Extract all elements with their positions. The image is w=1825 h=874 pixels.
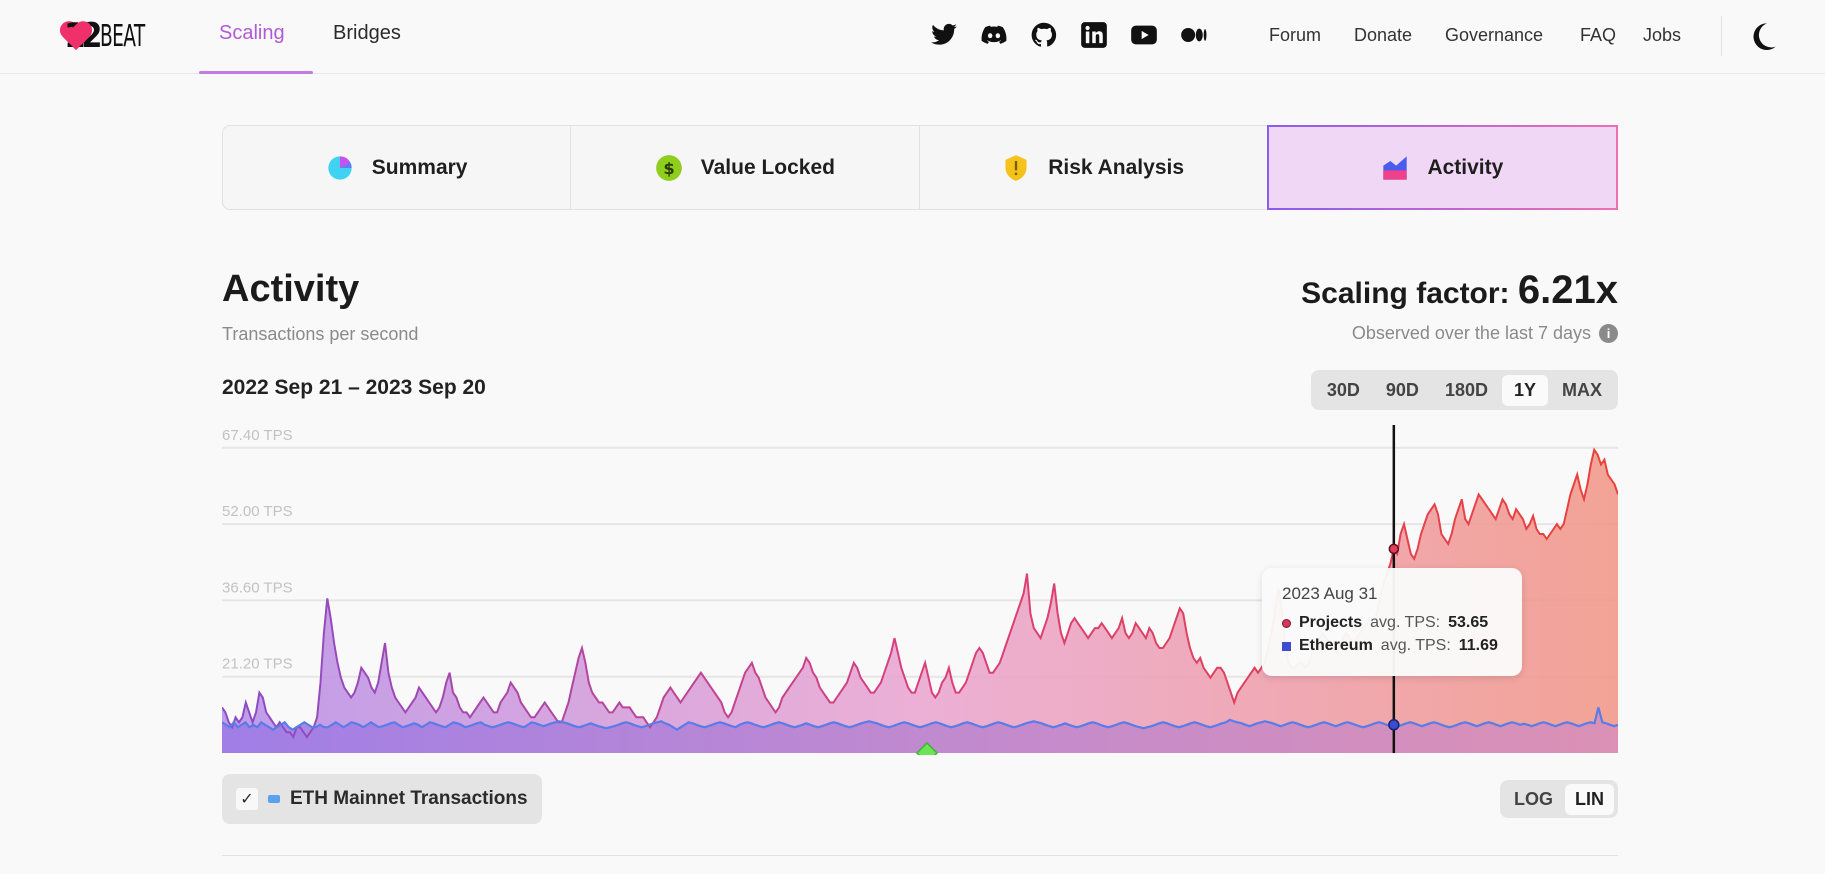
- dollar-coin-icon: $: [655, 154, 682, 181]
- ethereum-hover-point: [1388, 719, 1400, 731]
- twitter-icon[interactable]: [929, 20, 959, 50]
- discord-icon[interactable]: [979, 20, 1009, 50]
- tooltip-date: 2023 Aug 31: [1282, 584, 1378, 603]
- nav-link-scaling[interactable]: Scaling: [219, 22, 285, 45]
- active-nav-underline: [199, 71, 313, 74]
- tab-risk-analysis[interactable]: Risk Analysis: [920, 126, 1268, 209]
- y-tick-label: 36.60 TPS: [222, 579, 293, 596]
- nav-link-jobs[interactable]: Jobs: [1643, 25, 1681, 46]
- eth-series-swatch: [268, 795, 280, 803]
- scale-selector: LOG LIN: [1500, 780, 1618, 818]
- lin-scale-button[interactable]: LIN: [1565, 783, 1614, 815]
- projects-marker-icon: [1282, 618, 1291, 628]
- youtube-icon[interactable]: [1129, 20, 1159, 50]
- log-scale-button[interactable]: LOG: [1504, 784, 1563, 815]
- range-1y-button[interactable]: 1Y: [1501, 374, 1548, 406]
- nav-link-bridges[interactable]: Bridges: [333, 22, 401, 45]
- tab-summary[interactable]: Summary: [223, 126, 572, 209]
- checkbox[interactable]: ✓: [236, 788, 258, 810]
- eth-mainnet-toggle[interactable]: ✓ ETH Mainnet Transactions: [222, 774, 542, 824]
- tooltip-row-projects: Projects avg. TPS: 53.65: [1282, 614, 1502, 632]
- pie-chart-icon: [328, 155, 352, 180]
- y-tick-label: 21.20 TPS: [222, 656, 293, 673]
- shield-warning-icon: [1005, 154, 1027, 181]
- observed-note: Observed over the last 7 days i: [1352, 323, 1618, 344]
- section-title: Activity: [222, 268, 360, 310]
- date-range: 2022 Sep 21 – 2023 Sep 20: [222, 376, 486, 399]
- top-nav: 12 BEAT Scaling Bridges Forum Donate Gov…: [0, 0, 1825, 74]
- nav-link-faq[interactable]: FAQ: [1580, 25, 1616, 46]
- scaling-factor-label: Scaling factor:: [1301, 277, 1510, 310]
- l2beat-logo[interactable]: 12 BEAT: [60, 14, 172, 58]
- nav-divider: [1721, 16, 1722, 56]
- moon-icon[interactable]: [1747, 20, 1779, 52]
- range-180d-button[interactable]: 180D: [1433, 375, 1500, 406]
- scaling-factor-value: 6.21x: [1517, 268, 1618, 312]
- heart-icon: 12: [60, 16, 103, 56]
- scaling-factor: Scaling factor: 6.21x: [1301, 268, 1618, 313]
- info-icon[interactable]: i: [1599, 324, 1618, 343]
- eth-mainnet-label: ETH Mainnet Transactions: [290, 788, 528, 809]
- time-range-selector: 30D 90D 180D 1Y MAX: [1310, 370, 1618, 410]
- nav-link-governance[interactable]: Governance: [1445, 25, 1543, 46]
- section-divider: [222, 855, 1618, 856]
- projects-hover-point: [1388, 543, 1400, 555]
- ethereum-marker-icon: [1282, 641, 1291, 651]
- nav-link-forum[interactable]: Forum: [1269, 25, 1321, 46]
- tooltip-row-ethereum: Ethereum avg. TPS: 11.69: [1282, 637, 1502, 655]
- y-tick-label: 52.00 TPS: [222, 503, 293, 520]
- linkedin-icon[interactable]: [1079, 20, 1109, 50]
- range-max-button[interactable]: MAX: [1550, 375, 1614, 406]
- section-subtitle: Transactions per second: [222, 324, 419, 344]
- project-tabs: Summary $ Value Locked Risk Analysis Act…: [222, 125, 1618, 210]
- medium-icon[interactable]: [1179, 20, 1209, 50]
- chart-tooltip: 2023 Aug 31 Projects avg. TPS: 53.65 Eth…: [1262, 568, 1522, 676]
- range-90d-button[interactable]: 90D: [1374, 375, 1431, 406]
- tab-activity[interactable]: Activity: [1266, 125, 1618, 210]
- activity-chart-icon: [1383, 155, 1408, 180]
- y-tick-label: 67.40 TPS: [222, 427, 293, 444]
- range-30d-button[interactable]: 30D: [1315, 375, 1372, 406]
- github-icon[interactable]: [1029, 20, 1059, 50]
- tab-value-locked[interactable]: $ Value Locked: [571, 126, 920, 209]
- nav-link-donate[interactable]: Donate: [1354, 25, 1412, 46]
- svg-text:$: $: [663, 158, 674, 177]
